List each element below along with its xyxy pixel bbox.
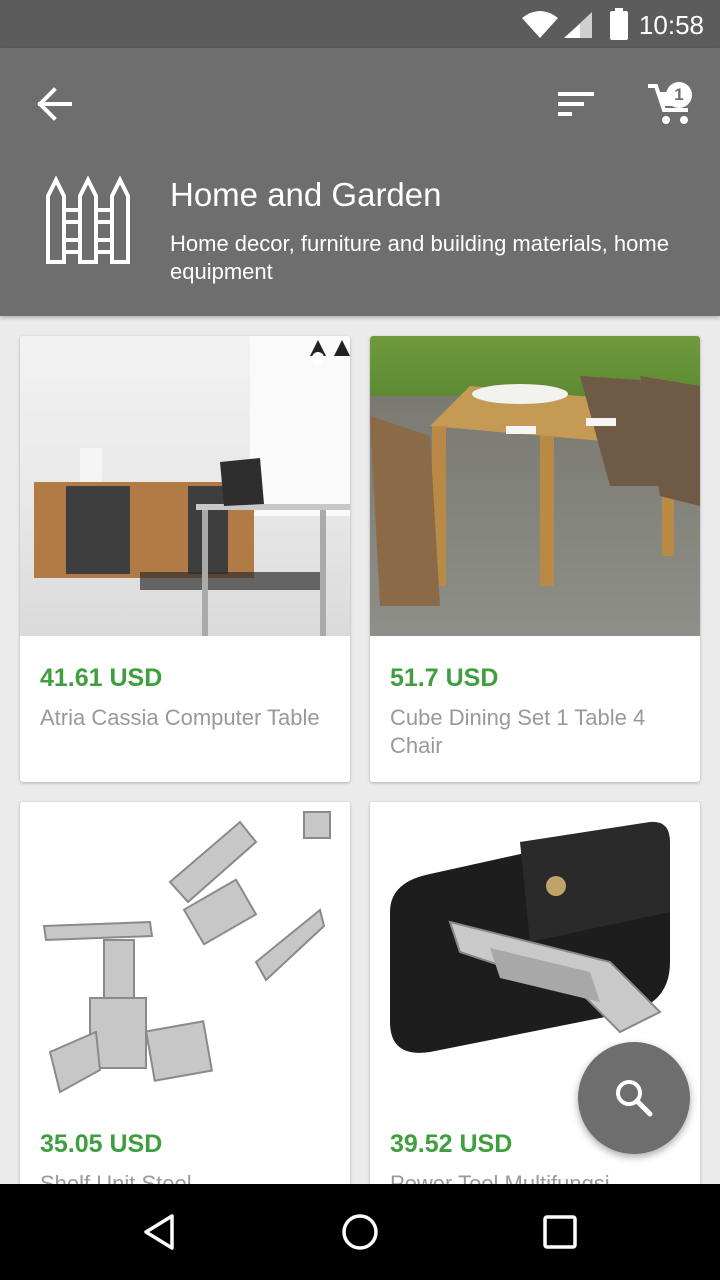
product-price: 41.61 USD xyxy=(40,664,163,692)
product-name: Cube Dining Set 1 Table 4 Chair xyxy=(390,705,646,758)
product-image xyxy=(20,336,350,636)
search-button[interactable] xyxy=(578,1042,690,1154)
nav-recents-icon[interactable] xyxy=(542,1214,578,1250)
sort-icon[interactable] xyxy=(552,84,600,124)
nav-home-icon[interactable] xyxy=(340,1212,380,1252)
category-title: Home and Garden xyxy=(170,176,442,213)
product-price: 39.52 USD xyxy=(390,1130,513,1158)
product-price: 51.7 USD xyxy=(390,664,499,692)
product-price: 35.05 USD xyxy=(40,1130,163,1158)
search-icon xyxy=(616,1080,653,1117)
nav-back-icon[interactable] xyxy=(140,1212,180,1252)
fence-icon xyxy=(46,176,130,264)
product-image xyxy=(20,802,350,1102)
product-card[interactable]: 35.05 USD Shelf Unit Steel xyxy=(20,802,350,1202)
system-nav-bar xyxy=(0,1184,720,1280)
product-name: Atria Cassia Computer Table xyxy=(40,705,320,730)
status-bar: 10:58 xyxy=(0,0,720,48)
clock: 10:58 xyxy=(638,10,704,40)
product-card[interactable]: 41.61 USD Atria Cassia Computer Table xyxy=(20,336,350,782)
product-card[interactable]: 51.7 USD Cube Dining Set 1 Table 4 Chair xyxy=(370,336,700,782)
cart-count-badge: 1 xyxy=(666,82,692,108)
app-header: 1 Home and Garden Home decor, furniture … xyxy=(0,48,720,316)
back-arrow-icon[interactable] xyxy=(28,82,84,126)
category-description: Home decor, furniture and building mater… xyxy=(170,231,669,284)
signal-icon xyxy=(564,12,592,38)
product-image xyxy=(370,336,700,636)
battery-icon xyxy=(610,8,628,40)
wifi-icon xyxy=(522,11,558,38)
